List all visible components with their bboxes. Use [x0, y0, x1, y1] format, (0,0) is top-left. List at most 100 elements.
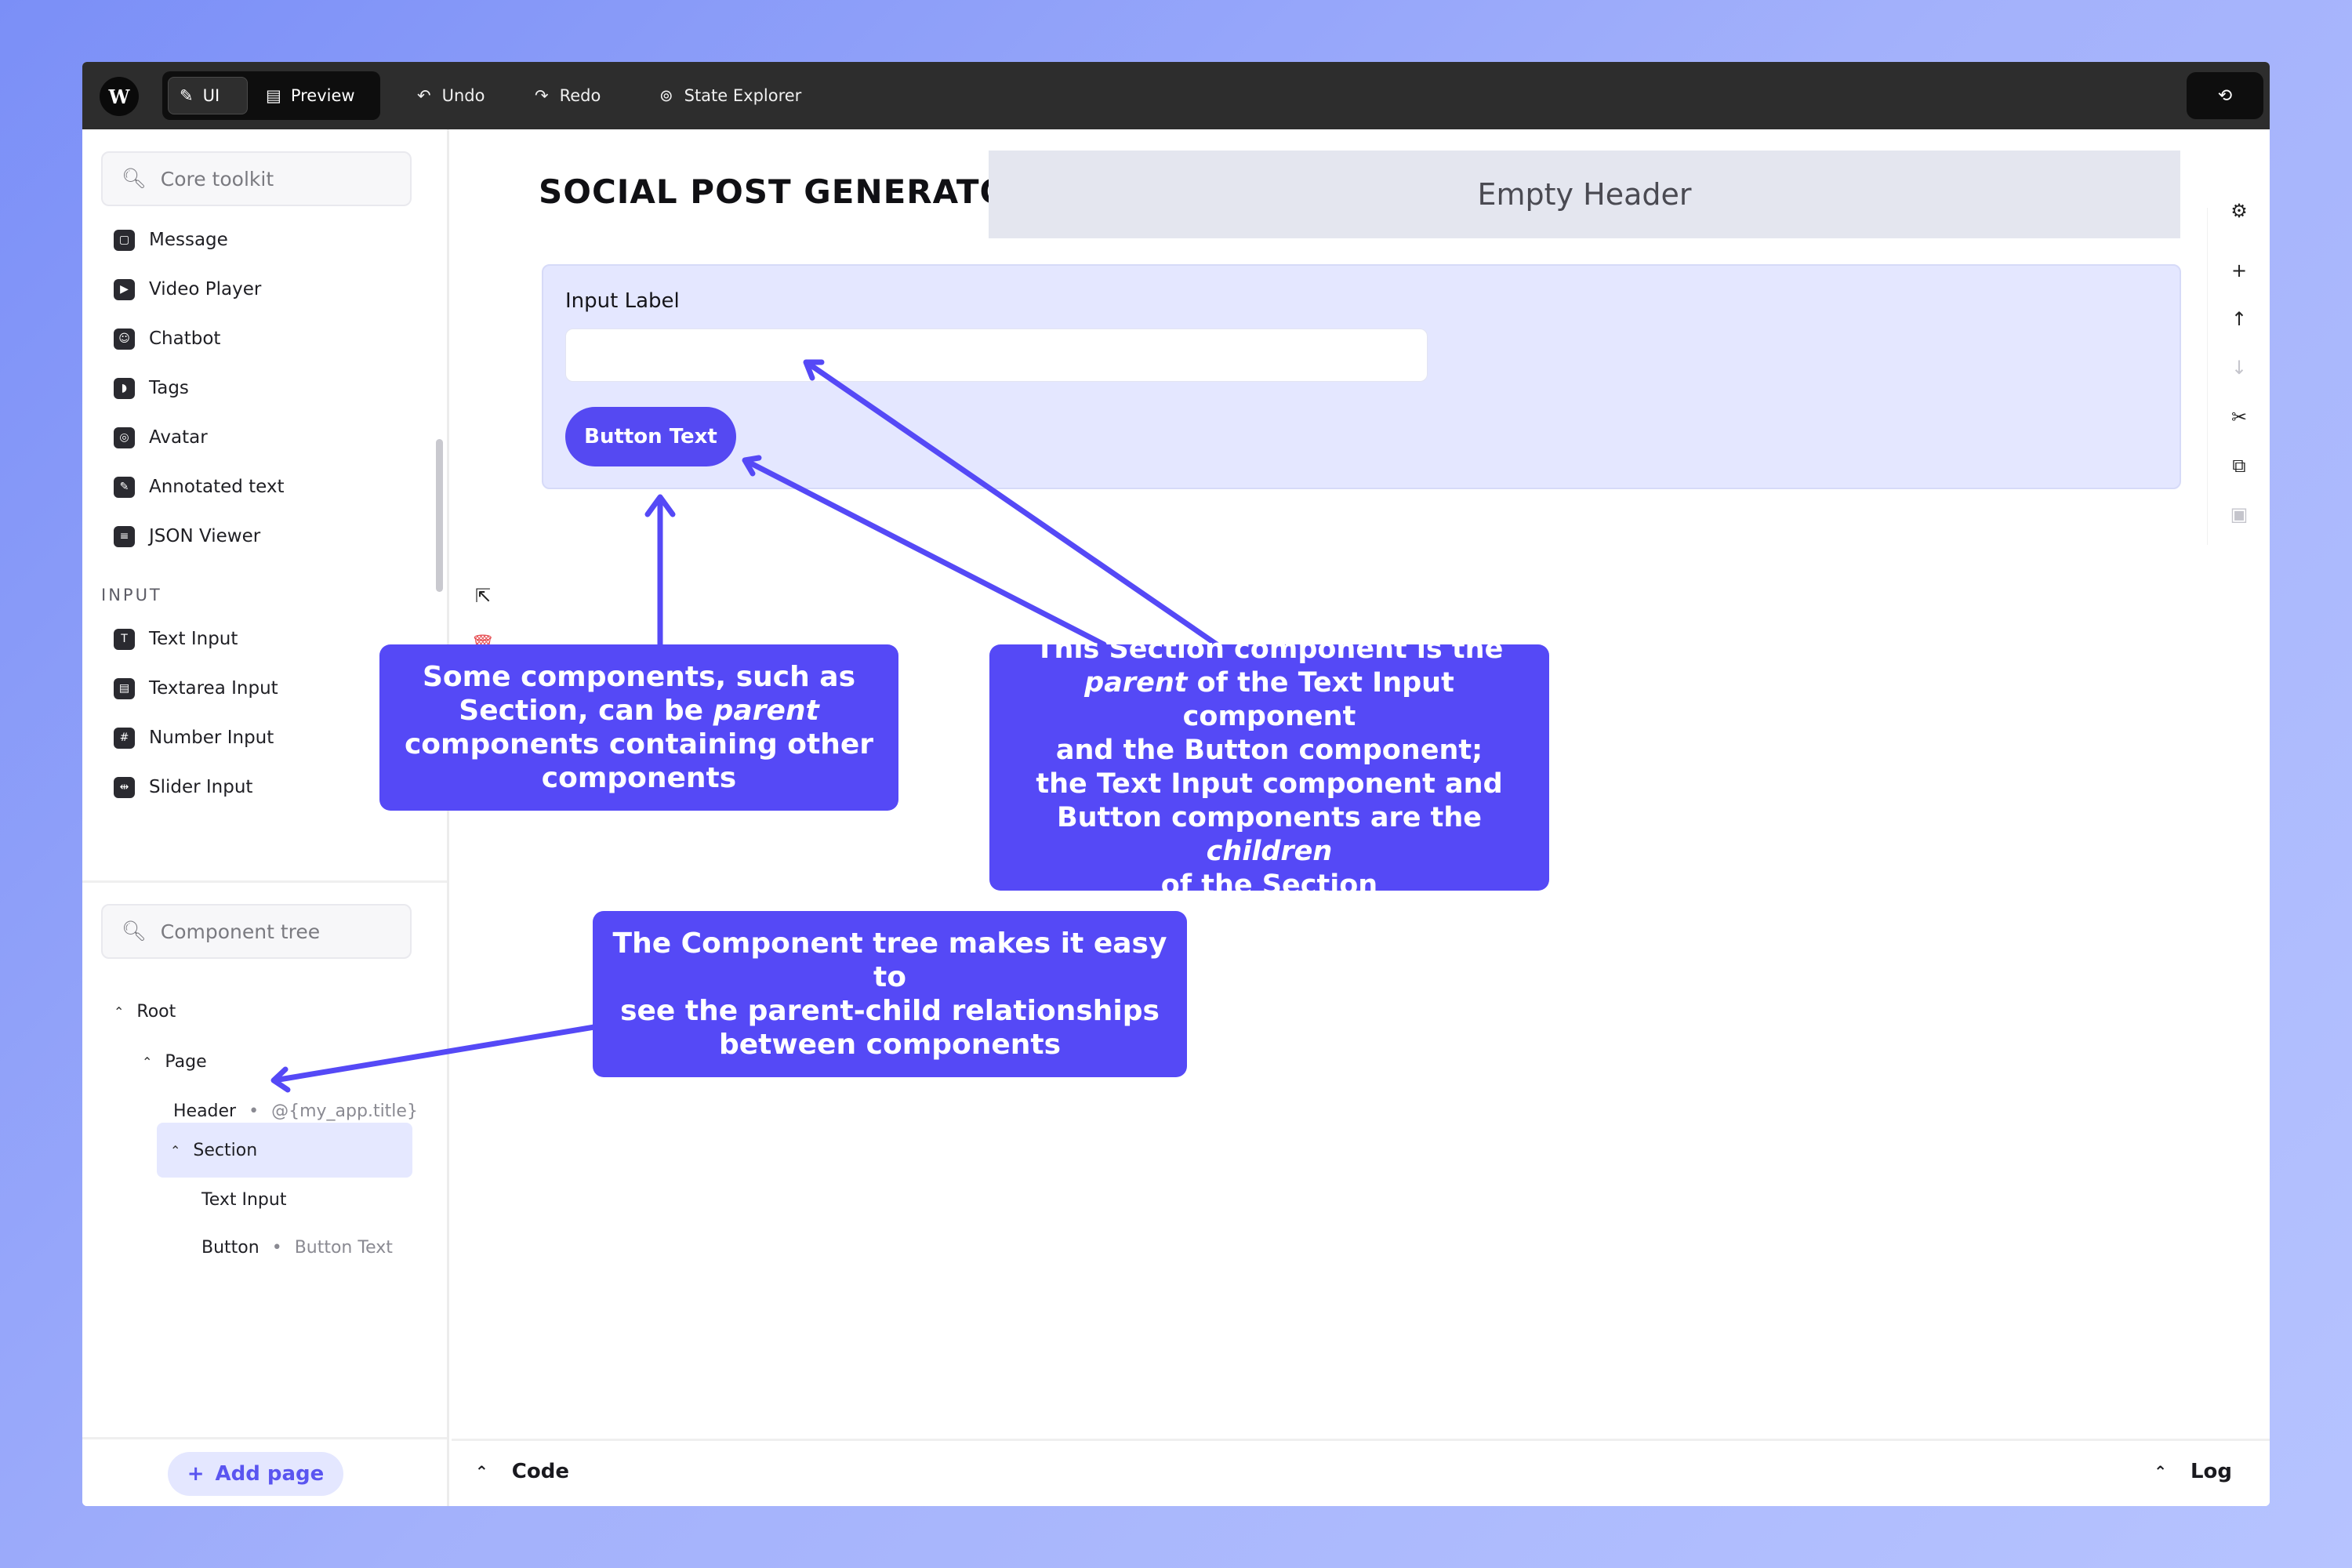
preview-mode-label: Preview — [290, 86, 355, 105]
ui-mode-button[interactable]: ✎ UI — [168, 77, 248, 114]
clipboard-icon: ▣ — [2230, 503, 2249, 525]
toolkit-item-message[interactable]: ▢ Message — [114, 224, 228, 256]
toolkit-item-label: Avatar — [149, 427, 208, 448]
chevron-up-icon[interactable]: ⌃ — [142, 1054, 152, 1069]
copy-button[interactable]: ⧉ — [2208, 450, 2270, 481]
callout-emphasis: children — [1206, 836, 1333, 867]
plus-icon: + — [187, 1462, 205, 1486]
sync-icon: ⟲ — [2217, 85, 2233, 106]
undo-button[interactable]: ↶ Undo — [417, 79, 485, 112]
chevron-up-icon[interactable]: ⌃ — [170, 1143, 180, 1158]
app-logo[interactable]: W — [100, 77, 139, 116]
callout-emphasis: parent — [713, 695, 819, 727]
text-input-field[interactable] — [565, 328, 1428, 382]
tree-item-header[interactable]: Header • @{my_app.title} — [173, 1095, 418, 1127]
mode-switch: ✎ UI ▤ Preview — [162, 71, 380, 120]
section-component[interactable]: Input Label Button Text — [542, 264, 2181, 489]
tree-item-separator: • — [271, 1237, 282, 1258]
preview-mode-button[interactable]: ▤ Preview — [255, 77, 372, 114]
sidebar: 🔍︎ Core toolkit ▢ Message ▶ Video Player… — [82, 129, 449, 1506]
callout-line: This Section component is the — [1035, 633, 1504, 665]
state-explorer-button[interactable]: ⊚ State Explorer — [659, 79, 801, 112]
toolkit-item-textarea-input[interactable]: ▤ Textarea Input — [114, 673, 278, 704]
toolkit-item-json-viewer[interactable]: ≡ JSON Viewer — [114, 521, 260, 552]
message-icon: ▢ — [114, 229, 135, 251]
code-panel-toggle[interactable]: ⌃ Code — [475, 1460, 569, 1483]
tree-item-label: Page — [165, 1051, 207, 1072]
tree-item-label: Text Input — [201, 1189, 287, 1210]
settings-button[interactable]: ⚙ — [2208, 195, 2270, 227]
callout-line: Button components are the children — [997, 801, 1541, 869]
callout-line: between components — [718, 1029, 1062, 1061]
callout-line: and the Button component; — [1055, 735, 1483, 766]
sidebar-scrollbar[interactable] — [436, 439, 443, 592]
chatbot-icon: ☺ — [114, 328, 135, 350]
chevron-up-icon: ⌃ — [475, 1462, 488, 1481]
toolkit-item-annotated-text[interactable]: ✎ Annotated text — [114, 471, 285, 503]
tree-item-label: Header — [173, 1101, 237, 1121]
arrow-down-icon: ↓ — [2230, 357, 2248, 379]
arrow-up-icon: ↑ — [2230, 308, 2248, 330]
empty-header[interactable]: Empty Header — [989, 151, 2180, 238]
paste-button[interactable]: ▣ — [2208, 499, 2270, 530]
toolkit-item-label: Number Input — [149, 728, 274, 748]
gear-icon: ⚙ — [2230, 200, 2248, 222]
search-icon: 🔍︎ — [122, 167, 147, 190]
tree-item-page[interactable]: ⌃ Page — [142, 1046, 207, 1077]
tree-item-root[interactable]: ⌃ Root — [114, 996, 176, 1027]
component-tree-search-input[interactable]: 🔍︎ Component tree — [101, 904, 412, 959]
toolkit-item-chatbot[interactable]: ☺ Chatbot — [114, 323, 220, 354]
chevron-up-icon[interactable]: ⌃ — [114, 1004, 124, 1019]
toolkit-item-video-player[interactable]: ▶ Video Player — [114, 274, 261, 305]
toolkit-item-slider-input[interactable]: ⇹ Slider Input — [114, 771, 252, 803]
component-toolbar: ⚙ + ↑ ↓ ✂ ⧉ ▣ — [2207, 200, 2270, 545]
sync-button[interactable]: ⟲ — [2187, 72, 2263, 119]
toolkit-item-avatar[interactable]: ◎ Avatar — [114, 422, 208, 453]
go-to-parent-button[interactable]: ⇱ — [452, 580, 514, 612]
callout-parent-components: Some components, such as Section, can be… — [379, 644, 898, 811]
tree-item-section[interactable]: ⌃ Section — [170, 1134, 257, 1166]
group-label-input: INPUT — [101, 586, 162, 604]
callout-line: the Text Input component and — [1036, 768, 1503, 800]
search-icon: 🔍︎ — [122, 920, 147, 942]
toolkit-search-placeholder: Core toolkit — [160, 167, 274, 191]
toolkit-item-number-input[interactable]: # Number Input — [114, 722, 274, 753]
cut-button[interactable]: ✂ — [2208, 401, 2270, 433]
tree-item-button[interactable]: Button • Button Text — [201, 1232, 393, 1263]
move-up-button[interactable]: ↑ — [2208, 303, 2270, 335]
toolkit-item-label: Message — [149, 230, 228, 250]
top-toolbar: W ✎ UI ▤ Preview ↶ Undo ↷ Redo ⊚ State E… — [82, 62, 2270, 129]
move-down-button[interactable]: ↓ — [2208, 352, 2270, 383]
callout-section-parent: This Section component is the parent of … — [989, 633, 1549, 901]
bottom-panel: ⌃ Code ⌃ Log — [452, 1439, 2270, 1506]
redo-button[interactable]: ↷ Redo — [535, 79, 601, 112]
toolkit-search-input[interactable]: 🔍︎ Core toolkit — [101, 151, 412, 206]
tree-item-text-input[interactable]: Text Input — [201, 1184, 286, 1215]
state-explorer-icon: ⊚ — [659, 86, 673, 105]
callout-line: components — [541, 762, 737, 794]
add-page-button[interactable]: + Add page — [168, 1452, 343, 1496]
button-component[interactable]: Button Text — [565, 407, 736, 466]
page-title[interactable]: SOCIAL POST GENERATOR — [539, 172, 1035, 211]
log-panel-toggle[interactable]: ⌃ Log — [2154, 1460, 2232, 1483]
undo-label: Undo — [441, 86, 485, 105]
add-component-button[interactable]: + — [2208, 255, 2270, 286]
toolkit-item-label: Chatbot — [149, 328, 221, 349]
chevron-up-icon: ⌃ — [2154, 1462, 2167, 1481]
callout-line: parent of the Text Input component — [997, 666, 1541, 734]
toolkit-item-label: Text Input — [149, 629, 238, 649]
ui-mode-label: UI — [202, 86, 220, 105]
toolkit-item-tags[interactable]: ◗ Tags — [114, 372, 189, 404]
callout-line: Some components, such as — [422, 661, 855, 693]
callout-line: Section, can be parent — [459, 694, 818, 728]
toolkit-item-label: Tags — [149, 378, 189, 398]
avatar-icon: ◎ — [114, 426, 135, 448]
toolkit-item-label: Annotated text — [149, 477, 285, 497]
toolkit-item-text-input[interactable]: T Text Input — [114, 623, 238, 655]
callout-line: of the Section — [1160, 869, 1378, 901]
scissors-icon: ✂ — [2230, 406, 2248, 428]
log-label: Log — [2190, 1460, 2232, 1483]
redo-label: Redo — [559, 86, 601, 105]
undo-icon: ↶ — [417, 86, 431, 105]
copy-icon: ⧉ — [2232, 455, 2246, 477]
